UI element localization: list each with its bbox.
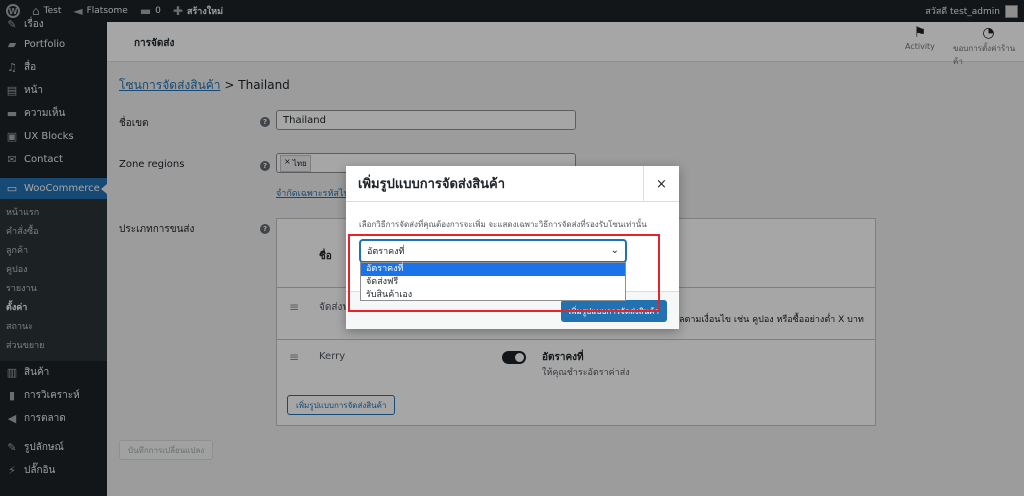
shipping-method-select[interactable]: อัตราคงที่ ⌄ (360, 240, 626, 262)
modal-title: เพิ่มรูปแบบการจัดส่งสินค้า (358, 177, 506, 192)
option-local-pickup[interactable]: รับสินค้าเอง (361, 289, 625, 302)
close-button[interactable]: × (643, 166, 679, 202)
select-value: อัตราคงที่ (367, 247, 405, 257)
shipping-method-options: อัตราคงที่ จัดส่งฟรี รับสินค้าเอง (360, 262, 626, 301)
add-shipping-method-submit-button[interactable]: เพิ่มรูปแบบการจัดส่งสินค้า (560, 300, 667, 322)
modal-description: เลือกวิธีการจัดส่งที่คุณต้องการจะเพิ่ม จ… (359, 220, 647, 229)
option-flat-rate[interactable]: อัตราคงที่ (361, 263, 625, 276)
modal-header: เพิ่มรูปแบบการจัดส่งสินค้า (346, 166, 679, 202)
option-free-shipping[interactable]: จัดส่งฟรี (361, 276, 625, 289)
method-description: ลตามเงื่อนไข เช่น คูปอง หรือซื้ออย่างต่ำ… (679, 315, 864, 325)
close-icon: × (656, 176, 667, 192)
chevron-down-icon: ⌄ (610, 245, 619, 256)
